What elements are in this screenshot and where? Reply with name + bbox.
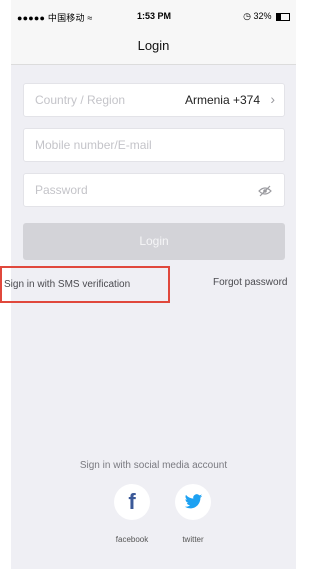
status-bar: ●●●●● 中国移动 ≈ 1:53 PM ◷ 32% bbox=[11, 0, 296, 30]
battery-fill bbox=[277, 13, 281, 20]
chevron-right-icon: › bbox=[270, 91, 275, 107]
mobile-email-placeholder: Mobile number/E-mail bbox=[35, 138, 152, 152]
carrier-indicator: ●●●●● 中国移动 ≈ bbox=[17, 11, 93, 24]
status-time: 1:53 PM bbox=[137, 11, 172, 21]
login-button[interactable]: Login bbox=[23, 223, 285, 260]
facebook-label: facebook bbox=[115, 535, 149, 544]
mobile-email-input[interactable]: Mobile number/E-mail bbox=[23, 128, 285, 162]
sms-verification-link[interactable]: Sign in with SMS verification bbox=[0, 266, 170, 303]
forgot-password-link[interactable]: Forgot password bbox=[213, 277, 287, 288]
battery-percent: 32% bbox=[253, 11, 272, 21]
wifi-icon: ≈ bbox=[87, 13, 93, 23]
country-region-label: Country / Region bbox=[35, 93, 126, 107]
facebook-login-button[interactable]: f bbox=[114, 484, 150, 520]
twitter-icon bbox=[184, 494, 203, 509]
carrier-label: ●●●●● 中国移动 bbox=[17, 13, 85, 23]
password-input[interactable]: Password bbox=[23, 173, 285, 207]
battery-icon bbox=[276, 12, 290, 21]
twitter-label: twitter bbox=[182, 535, 204, 544]
eye-hidden-icon[interactable] bbox=[258, 185, 272, 197]
navigation-bar: Login bbox=[11, 30, 296, 65]
page-title: Login bbox=[137, 38, 170, 53]
facebook-icon: f bbox=[128, 489, 136, 514]
social-login-caption: Sign in with social media account bbox=[79, 460, 228, 471]
twitter-login-button[interactable] bbox=[175, 484, 211, 520]
password-placeholder: Password bbox=[35, 183, 88, 197]
country-region-selector[interactable]: Country / Region Armenia +374 › bbox=[23, 83, 285, 117]
alarm-icon: ◷ bbox=[243, 11, 251, 21]
battery-indicator: ◷ 32% bbox=[243, 11, 290, 22]
country-region-value: Armenia +374 bbox=[184, 93, 260, 107]
